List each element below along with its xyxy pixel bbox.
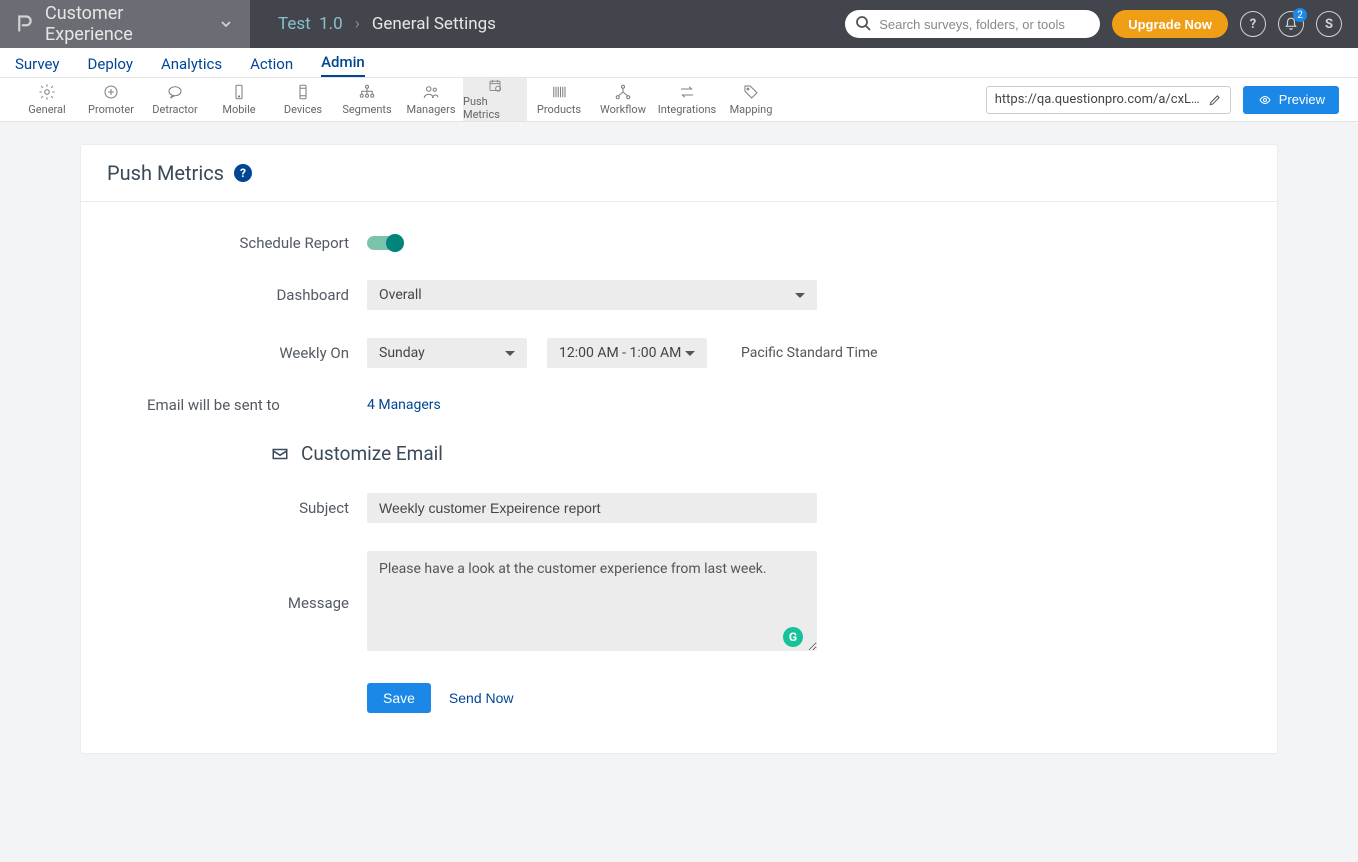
subnav-mobile[interactable]: Mobile [207, 78, 271, 121]
subnav-promoter[interactable]: Promoter [79, 78, 143, 121]
subnav-general[interactable]: General [15, 78, 79, 121]
breadcrumb: Test 1.0 › General Settings [250, 14, 496, 34]
save-button[interactable]: Save [367, 683, 431, 713]
subnav-devices[interactable]: Devices [271, 78, 335, 121]
customize-email-heading: Customize Email [269, 442, 1251, 465]
devices-icon [292, 83, 314, 101]
tab-survey[interactable]: Survey [15, 55, 60, 77]
search-icon [855, 15, 871, 31]
user-avatar[interactable]: S [1316, 11, 1342, 37]
survey-url-text: https://qa.questionpro.com/a/cxLogin.do?… [995, 92, 1202, 107]
chevron-down-icon [505, 351, 515, 361]
hierarchy-icon [356, 83, 378, 101]
send-now-button[interactable]: Send Now [449, 690, 514, 706]
envelope-icon [269, 445, 291, 463]
timezone-label: Pacific Standard Time [741, 345, 878, 361]
subnav-detractor[interactable]: Detractor [143, 78, 207, 121]
subnav-push-metrics[interactable]: Push Metrics [463, 78, 527, 121]
subnav-workflow[interactable]: Workflow [591, 78, 655, 121]
search-input[interactable] [845, 10, 1100, 38]
subnav-segments[interactable]: Segments [335, 78, 399, 121]
chevron-down-icon [220, 14, 232, 35]
chevron-down-icon [795, 293, 805, 303]
message-textarea[interactable] [367, 551, 817, 651]
help-icon[interactable]: ? [234, 164, 252, 182]
global-search[interactable] [845, 10, 1100, 38]
weekly-time-select[interactable]: 12:00 AM - 1:00 AM [547, 338, 707, 368]
people-icon [420, 83, 442, 101]
calendar-icon [484, 78, 506, 93]
chevron-right-icon: › [355, 14, 360, 34]
weekly-day-select[interactable]: Sunday [367, 338, 527, 368]
subnav-products[interactable]: Products [527, 78, 591, 121]
subnav-managers[interactable]: Managers [399, 78, 463, 121]
chat-icon [164, 83, 186, 101]
notification-badge: 2 [1293, 8, 1307, 22]
branch-icon [612, 83, 634, 101]
tab-deploy[interactable]: Deploy [88, 55, 133, 77]
message-label: Message [107, 594, 367, 612]
upgrade-button[interactable]: Upgrade Now [1112, 10, 1228, 38]
pencil-icon [1208, 93, 1222, 107]
email-sent-label: Email will be sent to [107, 396, 367, 414]
notifications-button[interactable]: 2 [1278, 11, 1304, 37]
chevron-down-icon [685, 351, 695, 361]
subnav-integrations[interactable]: Integrations [655, 78, 719, 121]
product-name: Customer Experience [45, 3, 208, 45]
swap-icon [676, 83, 698, 101]
schedule-report-toggle[interactable] [367, 236, 401, 250]
tab-analytics[interactable]: Analytics [161, 55, 222, 77]
eye-icon [1257, 94, 1273, 106]
logo-icon [14, 13, 35, 35]
barcode-icon [548, 83, 570, 101]
breadcrumb-project[interactable]: Test 1.0 [278, 14, 343, 34]
survey-url-box[interactable]: https://qa.questionpro.com/a/cxLogin.do?… [986, 86, 1231, 114]
subject-label: Subject [107, 499, 367, 517]
breadcrumb-current: General Settings [372, 14, 496, 34]
tab-admin[interactable]: Admin [321, 53, 365, 77]
tab-action[interactable]: Action [250, 55, 293, 77]
dashboard-label: Dashboard [107, 286, 367, 304]
weekly-on-label: Weekly On [107, 344, 367, 362]
dashboard-select[interactable]: Overall [367, 280, 817, 310]
help-button[interactable]: ? [1240, 11, 1266, 37]
page-title: Push Metrics [107, 161, 224, 185]
subnav-mapping[interactable]: Mapping [719, 78, 783, 121]
schedule-report-label: Schedule Report [107, 234, 367, 252]
plus-circle-icon [100, 83, 122, 101]
product-switcher[interactable]: Customer Experience [0, 0, 250, 48]
preview-button[interactable]: Preview [1243, 86, 1339, 114]
tag-icon [740, 83, 762, 101]
mobile-icon [228, 83, 250, 101]
subject-input[interactable] [367, 493, 817, 523]
grammarly-icon[interactable]: G [783, 627, 803, 647]
managers-link[interactable]: 4 Managers [367, 397, 441, 413]
gear-icon [36, 83, 58, 101]
